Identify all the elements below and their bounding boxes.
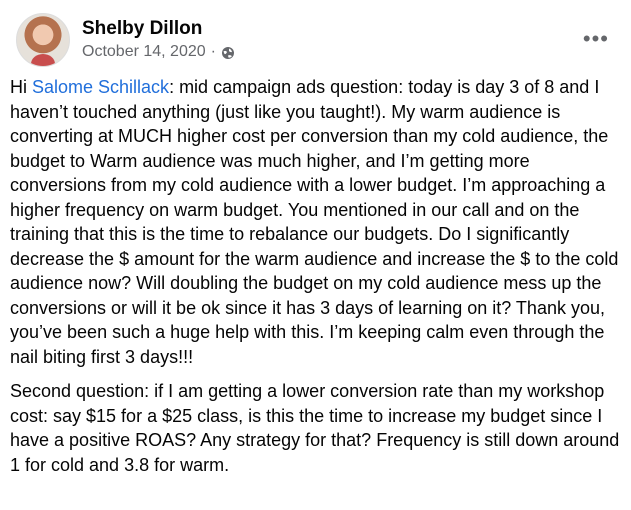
paragraph-1-text: : mid campaign ads question: today is da…: [10, 77, 619, 367]
post-date[interactable]: October 14, 2020: [82, 41, 206, 63]
post-meta: Shelby Dillon October 14, 2020 ·: [82, 17, 235, 63]
post-paragraph-1: Hi Salome Schillack: mid campaign ads qu…: [10, 75, 622, 369]
author-name[interactable]: Shelby Dillon: [82, 17, 235, 41]
greeting-text: Hi: [10, 77, 32, 97]
globe-icon[interactable]: [221, 45, 235, 59]
separator-dot: ·: [210, 43, 216, 60]
mention-link[interactable]: Salome Schillack: [32, 77, 169, 97]
post-subline: October 14, 2020 ·: [82, 41, 235, 63]
avatar[interactable]: [16, 13, 70, 67]
post-card: Shelby Dillon October 14, 2020 · ••• Hi …: [0, 0, 631, 510]
more-options-icon[interactable]: •••: [583, 26, 609, 52]
post-body: Hi Salome Schillack: mid campaign ads qu…: [10, 75, 622, 487]
post-paragraph-2: Second question: if I am getting a lower…: [10, 381, 620, 475]
post-header: Shelby Dillon October 14, 2020 ·: [16, 10, 235, 70]
